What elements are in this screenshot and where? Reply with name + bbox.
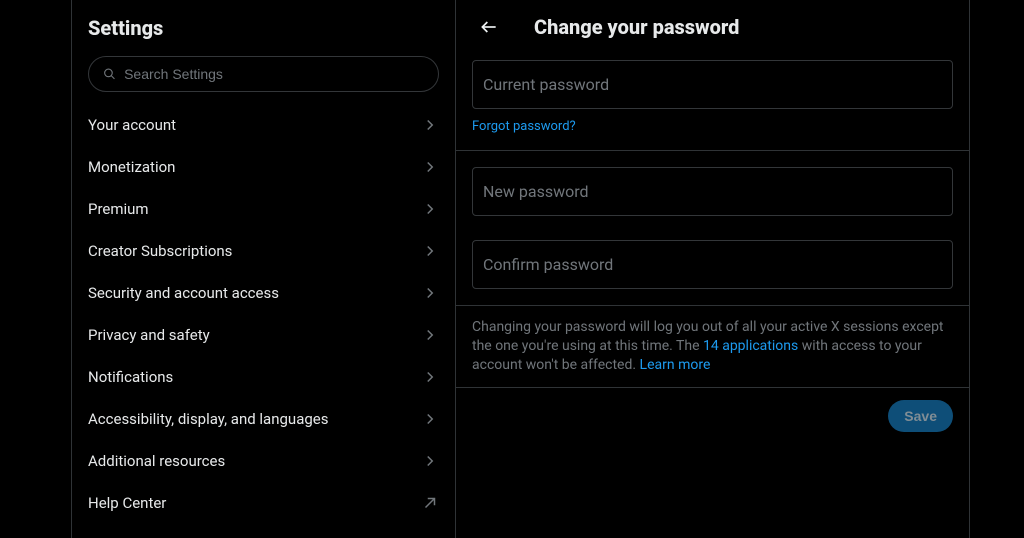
chevron-right-icon <box>421 452 439 470</box>
forgot-password-link[interactable]: Forgot password? <box>472 119 576 134</box>
nav-item-privacy-safety[interactable]: Privacy and safety <box>72 314 455 356</box>
nav-item-monetization[interactable]: Monetization <box>72 146 455 188</box>
chevron-right-icon <box>421 242 439 260</box>
nav-item-creator-subscriptions[interactable]: Creator Subscriptions <box>72 230 455 272</box>
chevron-right-icon <box>421 410 439 428</box>
chevron-right-icon <box>421 200 439 218</box>
nav-item-label: Security and account access <box>88 284 279 302</box>
detail-title: Change your password <box>534 15 739 39</box>
left-gutter <box>0 0 72 538</box>
external-link-icon <box>421 494 439 512</box>
search-icon <box>103 67 116 81</box>
nav-item-label: Creator Subscriptions <box>88 242 232 260</box>
nav-item-additional-resources[interactable]: Additional resources <box>72 440 455 482</box>
arrow-left-icon <box>479 17 499 37</box>
chevron-right-icon <box>421 284 439 302</box>
confirm-password-label: Confirm password <box>483 255 613 274</box>
nav-item-help-center[interactable]: Help Center <box>72 482 455 524</box>
nav-item-notifications[interactable]: Notifications <box>72 356 455 398</box>
chevron-right-icon <box>421 158 439 176</box>
settings-sidebar: Settings Your account Monetization Premi… <box>72 0 456 538</box>
nav-item-label: Help Center <box>88 494 166 512</box>
applications-link[interactable]: 14 applications <box>703 338 798 354</box>
back-button[interactable] <box>472 10 506 44</box>
nav-item-label: Privacy and safety <box>88 326 210 344</box>
nav-item-security-access[interactable]: Security and account access <box>72 272 455 314</box>
new-password-field[interactable]: New password <box>472 167 953 216</box>
nav-item-premium[interactable]: Premium <box>72 188 455 230</box>
chevron-right-icon <box>421 116 439 134</box>
chevron-right-icon <box>421 326 439 344</box>
chevron-right-icon <box>421 368 439 386</box>
nav-item-label: Notifications <box>88 368 173 386</box>
current-password-label: Current password <box>483 75 609 94</box>
nav-item-label: Additional resources <box>88 452 225 470</box>
nav-item-your-account[interactable]: Your account <box>72 104 455 146</box>
search-container[interactable] <box>88 56 439 92</box>
nav-item-label: Monetization <box>88 158 175 176</box>
learn-more-link[interactable]: Learn more <box>640 357 711 373</box>
save-button[interactable]: Save <box>888 400 953 432</box>
confirm-password-field[interactable]: Confirm password <box>472 240 953 289</box>
info-text: Changing your password will log you out … <box>472 318 953 375</box>
detail-panel: Change your password Current password Fo… <box>456 0 970 538</box>
current-password-field[interactable]: Current password <box>472 60 953 109</box>
nav-item-label: Premium <box>88 200 149 218</box>
search-input[interactable] <box>124 66 424 82</box>
nav-item-label: Accessibility, display, and languages <box>88 410 328 428</box>
new-password-label: New password <box>483 182 589 201</box>
settings-title: Settings <box>72 12 455 56</box>
nav-item-accessibility[interactable]: Accessibility, display, and languages <box>72 398 455 440</box>
nav-item-label: Your account <box>88 116 176 134</box>
